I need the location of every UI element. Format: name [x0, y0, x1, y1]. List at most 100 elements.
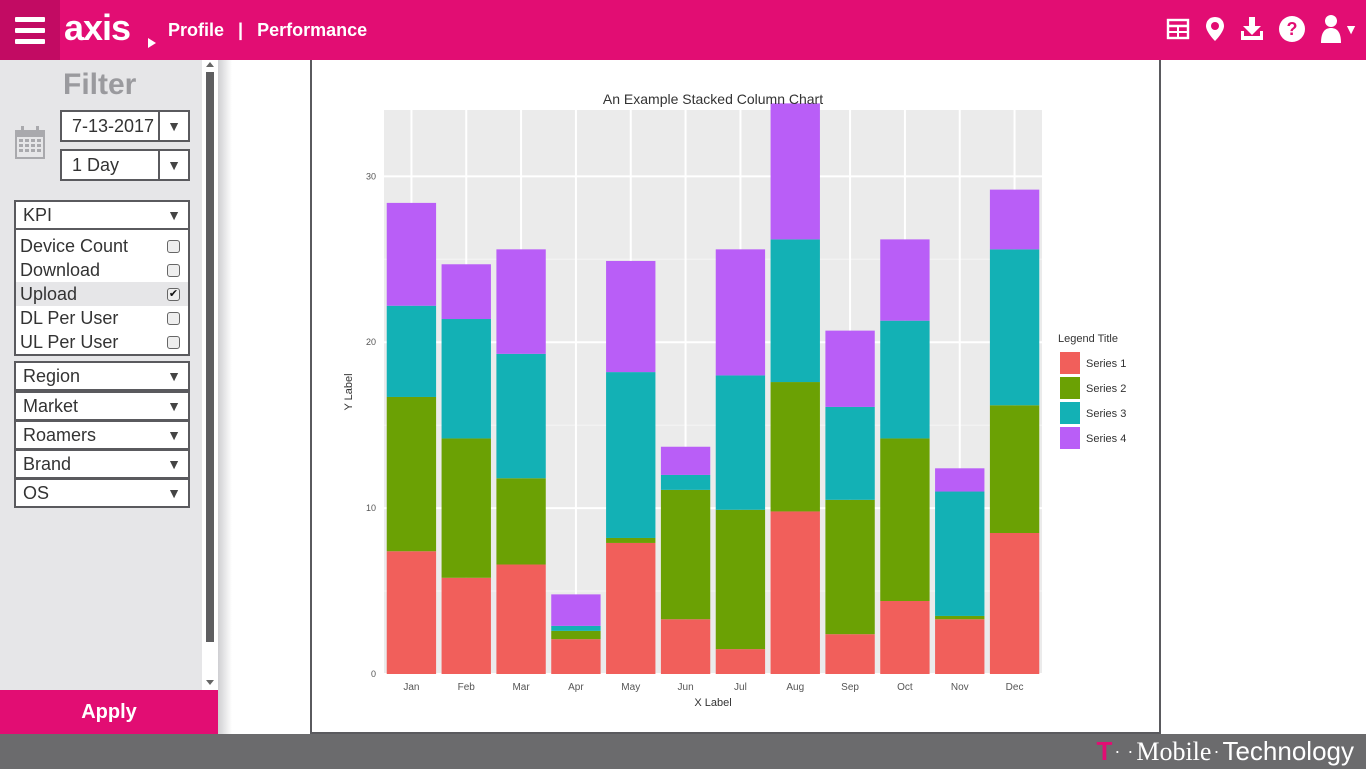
bar-segment: [386, 396, 437, 552]
legend-label: Series 3: [1086, 408, 1126, 420]
bar-segment: [606, 537, 656, 543]
x-tick-label: Aug: [786, 682, 804, 693]
bar-segment: [715, 649, 766, 674]
kpi-checkbox[interactable]: [167, 263, 180, 277]
chevron-down-icon: ▼: [158, 112, 188, 140]
kpi-dropdown[interactable]: KPI ▼: [14, 200, 190, 230]
help-icon[interactable]: ?: [1278, 15, 1306, 43]
kpi-item-download[interactable]: Download: [16, 258, 188, 282]
bar-segment: [989, 533, 1040, 674]
app-logo[interactable]: axis: [64, 10, 131, 46]
x-tick-label: Apr: [568, 682, 584, 693]
bar-segment: [880, 438, 930, 602]
bar-segment: [770, 239, 820, 383]
nav-performance[interactable]: Performance: [257, 20, 367, 41]
bar-segment: [770, 511, 820, 674]
os-dropdown[interactable]: OS ▼: [14, 478, 190, 508]
scrollbar-thumb[interactable]: [206, 72, 214, 642]
bar-segment: [825, 330, 875, 407]
period-select[interactable]: 1 Day ▼: [60, 149, 190, 181]
kpi-item-device-count[interactable]: Device Count: [16, 234, 188, 258]
bar-segment: [606, 372, 656, 538]
bar-segment: [551, 639, 601, 674]
bar-segment: [989, 189, 1040, 250]
bar-segment: [770, 103, 820, 240]
bar-segment: [386, 202, 437, 306]
bar-segment: [880, 320, 930, 439]
nav-profile[interactable]: Profile: [168, 20, 224, 41]
kpi-item-label: UL Per User: [20, 331, 119, 352]
x-tick-label: Jul: [734, 682, 747, 693]
os-label: OS: [23, 482, 50, 503]
legend-swatch: [1060, 352, 1080, 374]
x-tick-label: Sep: [841, 682, 859, 693]
kpi-label: KPI: [23, 204, 53, 225]
market-dropdown[interactable]: Market ▼: [14, 391, 190, 421]
legend-label: Series 4: [1086, 433, 1126, 445]
bar-segment: [551, 630, 601, 640]
legend-label: Series 1: [1086, 358, 1126, 370]
bar-segment: [825, 406, 875, 500]
y-tick-label: 30: [366, 171, 376, 181]
kpi-item-upload[interactable]: Upload ✔: [16, 282, 188, 306]
brand-t: T: [1096, 736, 1113, 766]
brand-sep: ·: [1213, 741, 1221, 761]
header-icons: ? ▼: [1166, 14, 1358, 44]
brand-mobile: Mobile: [1136, 736, 1212, 766]
bar-segment: [386, 551, 437, 674]
sidebar-scrollbar[interactable]: [202, 60, 218, 690]
bar-segment: [935, 619, 985, 674]
kpi-item-label: Device Count: [20, 235, 129, 256]
filter-title: Filter: [63, 68, 137, 101]
kpi-item-dl-per-user[interactable]: DL Per User: [16, 306, 188, 330]
chevron-down-icon: ▼: [167, 207, 181, 223]
x-tick-label: Oct: [897, 682, 913, 693]
x-tick-label: Feb: [458, 682, 476, 693]
x-tick-label: Mar: [512, 682, 530, 693]
bar-segment: [715, 249, 766, 376]
sidebar-shadow: [218, 60, 232, 734]
download-icon[interactable]: [1240, 16, 1264, 42]
table-icon[interactable]: [1166, 17, 1190, 41]
region-dropdown[interactable]: Region ▼: [14, 361, 190, 391]
scroll-up-icon[interactable]: [206, 62, 214, 67]
roamers-dropdown[interactable]: Roamers ▼: [14, 420, 190, 450]
kpi-item-label: Upload: [20, 283, 78, 304]
svg-text:?: ?: [1287, 19, 1298, 39]
kpi-checkbox[interactable]: [167, 239, 180, 253]
bar-segment: [551, 594, 601, 626]
brand-dropdown[interactable]: Brand ▼: [14, 449, 190, 479]
bar-segment: [441, 264, 491, 320]
hamburger-line: [15, 38, 45, 44]
bar-segment: [880, 601, 930, 674]
bar-segment: [496, 564, 546, 674]
kpi-checkbox[interactable]: [167, 335, 180, 349]
user-icon[interactable]: ▼: [1320, 14, 1358, 44]
apply-button[interactable]: Apply: [0, 690, 218, 734]
menu-button[interactable]: [0, 0, 60, 60]
brand-dots: · ·: [1114, 741, 1135, 761]
bar-segment: [386, 305, 437, 397]
y-tick-label: 20: [366, 337, 376, 347]
legend-swatch: [1060, 427, 1080, 449]
kpi-checkbox[interactable]: [167, 311, 180, 325]
legend-swatch: [1060, 377, 1080, 399]
calendar-icon[interactable]: [14, 126, 46, 165]
tmobile-technology-logo: T · · Mobile · Technology: [1096, 736, 1354, 767]
bar-segment: [770, 382, 820, 512]
region-label: Region: [23, 365, 81, 386]
date-select[interactable]: 7-13-2017 ▼: [60, 110, 190, 142]
scroll-down-icon[interactable]: [206, 680, 214, 685]
bar-segment: [935, 468, 985, 492]
map-pin-icon[interactable]: [1204, 16, 1226, 42]
bar-segment: [496, 478, 546, 565]
kpi-item-ul-per-user[interactable]: UL Per User: [16, 330, 188, 354]
kpi-checkbox-checked[interactable]: ✔: [167, 287, 180, 301]
kpi-item-label: DL Per User: [20, 307, 119, 328]
hamburger-line: [15, 16, 45, 22]
chevron-down-icon[interactable]: ▼: [1344, 21, 1358, 37]
bar-segment: [496, 353, 546, 479]
x-tick-label: Jun: [678, 682, 694, 693]
chevron-down-icon: ▼: [167, 485, 181, 501]
bar-segment: [935, 491, 985, 616]
